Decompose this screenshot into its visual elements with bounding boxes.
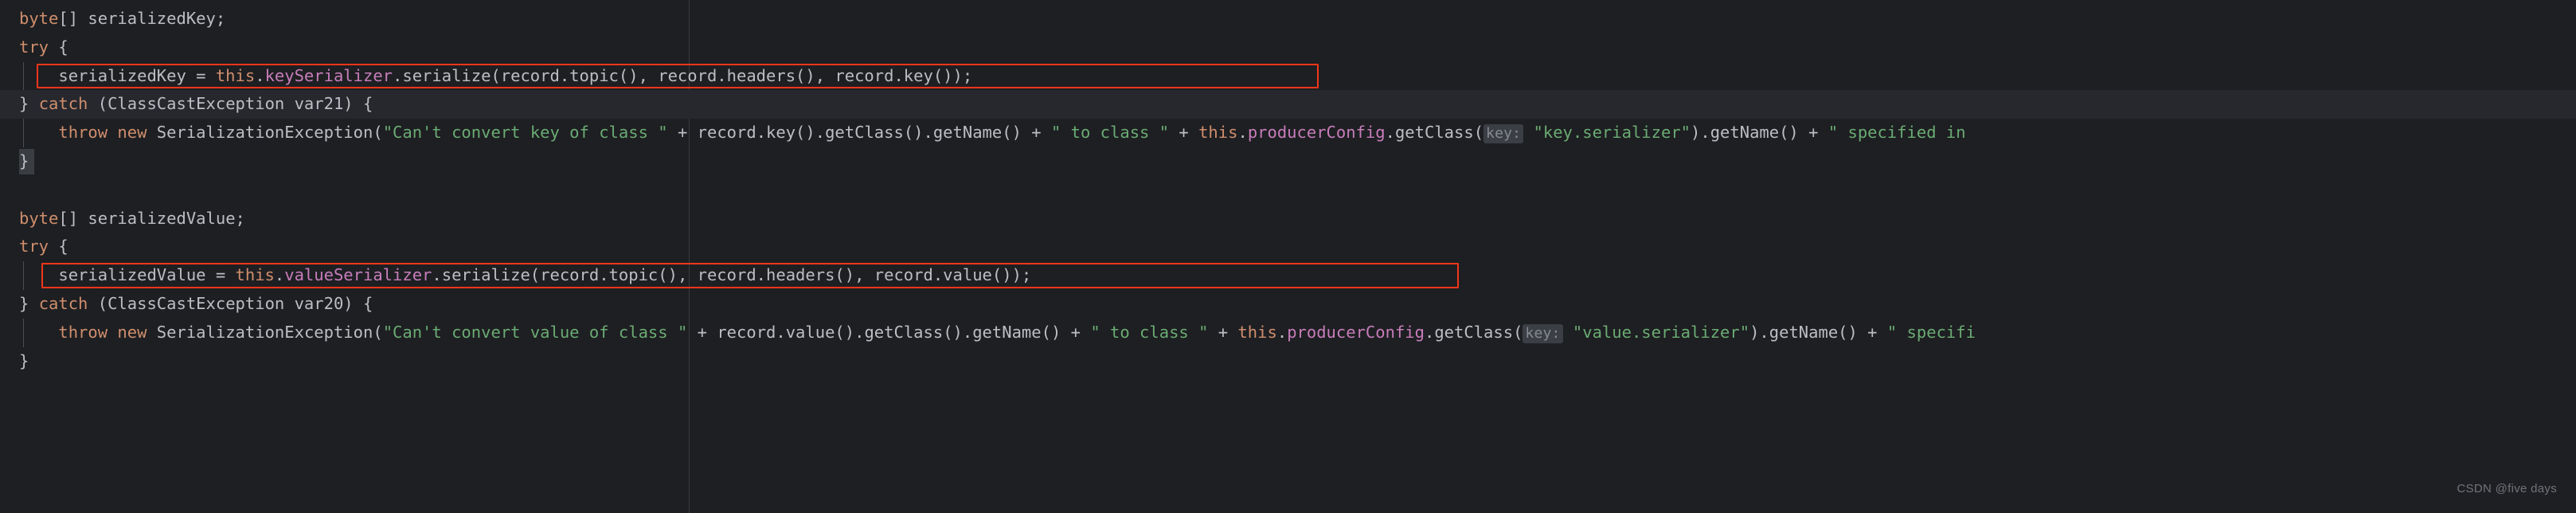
code-token: keySerializer	[264, 65, 393, 85]
code-token: .	[255, 65, 265, 85]
code-token: +	[1208, 322, 1238, 342]
code-token: this	[1198, 123, 1238, 143]
code-token: {	[49, 237, 68, 256]
code-token: " to class "	[1090, 322, 1209, 342]
code-editor[interactable]: byte[] serializedKey; try { serializedKe…	[0, 0, 2576, 513]
code-line-text-2: try {	[19, 33, 68, 62]
code-token: + record.value().getClass().getName() +	[687, 322, 1091, 342]
code-line[interactable]: }	[0, 147, 2576, 176]
code-token: }	[19, 294, 39, 313]
code-token: {	[49, 37, 68, 57]
code-token: }	[19, 94, 39, 114]
code-token: "value.serializer"	[1572, 322, 1750, 342]
code-token: throw new	[58, 322, 147, 342]
code-token: catch	[38, 294, 88, 313]
code-token: + record.key().getClass().getName() +	[667, 123, 1051, 143]
code-token: }	[19, 151, 29, 170]
code-line-text-11: } catch (ClassCastException var20) {	[19, 290, 373, 319]
code-token: .	[274, 265, 285, 285]
code-token: .getClass(	[1424, 322, 1523, 342]
code-token: "Can't convert key of class "	[382, 123, 668, 143]
code-token: throw new	[58, 123, 147, 143]
code-token: .	[1276, 322, 1288, 342]
code-token: }	[19, 350, 29, 370]
code-token: try	[19, 37, 49, 57]
code-token: ).getName() +	[1749, 322, 1887, 342]
code-line-text-4: } catch (ClassCastException var21) {	[19, 90, 373, 119]
code-token: serializedValue;	[88, 208, 245, 228]
code-token: .	[1237, 123, 1248, 143]
code-token: serializedValue =	[19, 265, 236, 285]
code-line-text-13: }	[19, 347, 29, 376]
code-line-text-10: serializedValue = this.valueSerializer.s…	[19, 261, 1031, 290]
code-line[interactable]: try {	[0, 33, 2576, 62]
code-token: try	[19, 237, 49, 256]
code-token: byte	[19, 208, 59, 228]
code-token: (ClassCastException var21) {	[88, 94, 373, 114]
code-line[interactable]: serializedKey = this.keySerializer.seria…	[0, 62, 2576, 91]
code-token: .serialize(record.topic(), record.header…	[393, 65, 973, 85]
code-line-text-1: byte[] serializedKey;	[19, 5, 225, 33]
code-line[interactable]: } catch (ClassCastException var21) {	[0, 90, 2576, 119]
code-token: byte	[19, 9, 59, 28]
code-token: valueSerializer	[284, 265, 432, 285]
code-line-text-5: throw new SerializationException("Can't …	[19, 119, 1966, 147]
code-token: +	[1169, 123, 1199, 143]
code-token: serializedKey =	[19, 65, 216, 85]
code-line[interactable]: } catch (ClassCastException var20) {	[0, 290, 2576, 319]
code-line[interactable]: }	[0, 347, 2576, 376]
code-token: .serialize(record.topic(), record.header…	[432, 265, 1032, 285]
code-token: "key.serializer"	[1533, 123, 1691, 143]
code-line[interactable]: byte[] serializedValue;	[0, 205, 2576, 233]
code-line-text-3: serializedKey = this.keySerializer.seria…	[19, 62, 972, 91]
code-token: producerConfig	[1287, 322, 1425, 342]
code-token: this	[215, 65, 256, 85]
code-token: SerializationException(	[147, 123, 383, 143]
code-line-text-12: throw new SerializationException("Can't …	[19, 319, 1976, 347]
code-token: "Can't convert value of class "	[382, 322, 688, 342]
code-token: " specified in	[1827, 123, 1966, 143]
code-line[interactable]: try {	[0, 233, 2576, 261]
code-line-text-6: }	[19, 147, 29, 176]
code-token: .getClass(	[1385, 123, 1484, 143]
parameter-hint-inlay: key:	[1523, 323, 1563, 343]
code-token: []	[58, 9, 88, 28]
code-token: " to class "	[1050, 123, 1170, 143]
code-token: SerializationException(	[147, 322, 383, 342]
code-token: this	[1237, 322, 1277, 342]
parameter-hint-inlay: key:	[1483, 124, 1524, 144]
code-token: this	[235, 265, 275, 285]
code-line[interactable]: byte[] serializedKey;	[0, 5, 2576, 33]
code-line[interactable]: serializedValue = this.valueSerializer.s…	[0, 261, 2576, 290]
watermark: CSDN @five days	[2457, 482, 2557, 496]
code-token: producerConfig	[1247, 123, 1386, 143]
code-line-text-8: byte[] serializedValue;	[19, 205, 245, 233]
code-token: (ClassCastException var20) {	[88, 294, 373, 313]
code-line[interactable]: throw new SerializationException("Can't …	[0, 319, 2576, 347]
code-token: []	[58, 208, 88, 228]
code-token: catch	[38, 94, 88, 114]
code-line-text-9: try {	[19, 233, 68, 261]
code-token: ).getName() +	[1691, 123, 1828, 143]
code-line[interactable]: throw new SerializationException("Can't …	[0, 119, 2576, 147]
code-token: serializedKey;	[88, 9, 226, 28]
code-line[interactable]	[0, 176, 2576, 205]
code-token: " specifi	[1886, 322, 1976, 342]
